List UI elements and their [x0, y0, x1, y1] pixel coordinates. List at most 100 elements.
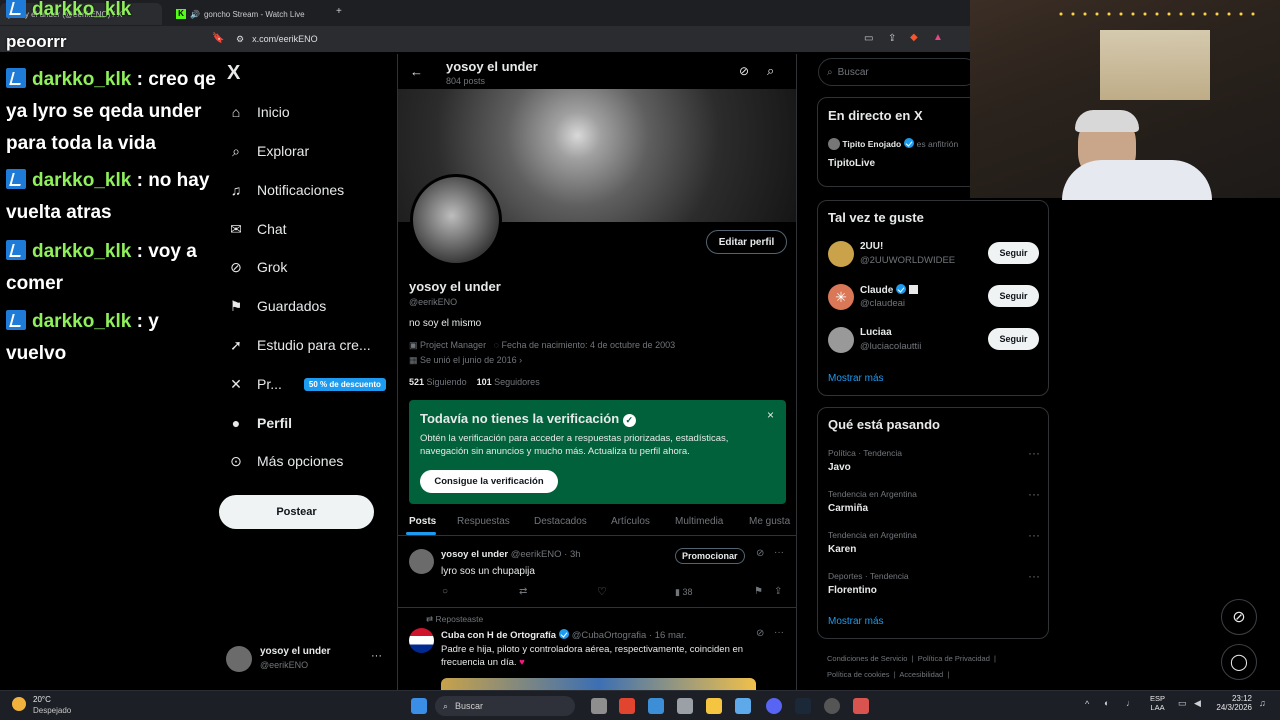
edit-profile-button[interactable]: Editar perfil	[706, 230, 787, 254]
grok-icon[interactable]: ⊘	[756, 628, 764, 639]
address-bar[interactable]: ⚙ x.com/eerikENO	[230, 30, 850, 48]
trend-item[interactable]: Tendencia en Argentina Carmiña ···	[818, 487, 1050, 523]
nav-item-notificaciones[interactable]: ♫ Notificaciones	[228, 175, 344, 205]
follow-button[interactable]: Seguir	[988, 285, 1039, 307]
tab-destacados[interactable]: Destacados	[534, 516, 587, 527]
live-host-row[interactable]: Tipito Enojado es anfitrión	[828, 138, 958, 150]
back-arrow-icon[interactable]: ←	[410, 64, 423, 79]
footer-link[interactable]: Política de cookies	[827, 670, 890, 679]
volume-icon[interactable]: ◀	[1194, 698, 1201, 709]
account-switcher[interactable]: yosoy el under @eerikENO ···	[226, 644, 386, 678]
live-stream-name[interactable]: TipitoLive	[828, 158, 875, 169]
following-link[interactable]: 521 Siguiendo	[409, 377, 467, 387]
grok-floating-button[interactable]: ⊘	[1221, 599, 1257, 635]
tab-me-gusta[interactable]: Me gusta	[749, 516, 790, 527]
reply-icon[interactable]: ○	[442, 586, 448, 597]
get-verified-button[interactable]: Consigue la verificación	[420, 470, 558, 493]
photos-icon[interactable]	[735, 698, 751, 714]
more-icon[interactable]: ···	[1028, 528, 1040, 542]
screenshot-icon[interactable]: ▭	[864, 33, 873, 44]
account-more-icon[interactable]: ···	[371, 650, 382, 662]
language-indicator[interactable]: ESP LAA	[1150, 694, 1165, 712]
tab-posts[interactable]: Posts	[409, 516, 436, 527]
footer-link[interactable]: Política de Privacidad	[918, 654, 990, 663]
post-author[interactable]: Cuba con H de Ortografía	[441, 630, 556, 641]
trend-item[interactable]: Política · Tendencia Javo ···	[818, 446, 1050, 482]
promote-button[interactable]: Promocionar	[675, 548, 745, 564]
clock[interactable]: 23:12 24/3/2026	[1210, 694, 1252, 712]
suggested-user[interactable]: Luciaa @luciacolauttii Seguir	[818, 323, 1050, 363]
tab-respuestas[interactable]: Respuestas	[457, 516, 510, 527]
nav-item-inicio[interactable]: ⌂ Inicio	[228, 97, 290, 127]
post-media[interactable]	[441, 678, 756, 690]
show-more-link[interactable]: Mostrar más	[828, 373, 884, 384]
close-icon[interactable]: ×	[767, 408, 774, 422]
trend-item[interactable]: Tendencia en Argentina Karen ···	[818, 528, 1050, 564]
brave-rewards-icon[interactable]: ▲	[933, 32, 943, 43]
like-icon[interactable]: ♡	[597, 585, 607, 598]
grok-icon[interactable]: ⊘	[739, 64, 749, 78]
network-icon[interactable]: ◐	[1104, 698, 1109, 708]
more-icon[interactable]: ···	[1028, 446, 1040, 460]
avatar[interactable]	[409, 549, 434, 574]
tab-articulos[interactable]: Artículos	[611, 516, 650, 527]
grok-icon[interactable]: ⊘	[756, 548, 764, 559]
trend-item[interactable]: Deportes · Tendencia Florentino ···	[818, 569, 1050, 605]
brave-browser-icon[interactable]	[619, 698, 635, 714]
follow-button[interactable]: Seguir	[988, 242, 1039, 264]
mic-icon[interactable]: ♩	[1126, 698, 1135, 708]
weather-temp[interactable]: 20°C	[33, 695, 51, 704]
post[interactable]: ⇄ Reposteaste Cuba con H de Ortografía @…	[398, 610, 796, 690]
nav-item-mas-opciones[interactable]: ⊙ Más opciones	[228, 446, 343, 476]
search-icon[interactable]: ⌕	[767, 63, 774, 79]
file-explorer-icon[interactable]	[706, 698, 722, 714]
footer-link[interactable]: Condiciones de Servicio	[827, 654, 907, 663]
post-author[interactable]: yosoy el under	[441, 549, 508, 560]
suggested-user[interactable]: ✳ Claude @claudeai Seguir	[818, 280, 1050, 320]
more-icon[interactable]: ···	[1028, 487, 1040, 501]
nav-item-guardados[interactable]: ⚑ Guardados	[228, 291, 327, 321]
bookmark-icon[interactable]: ⚑	[754, 586, 763, 597]
x-logo-icon[interactable]: X	[227, 62, 240, 85]
post[interactable]: yosoy el under @eerikENO · 3h Promociona…	[398, 538, 796, 608]
calculator-icon[interactable]	[677, 698, 693, 714]
taskbar-search-input[interactable]: ⌕ Buscar	[435, 696, 575, 716]
obs-icon[interactable]	[824, 698, 840, 714]
notepad-icon[interactable]	[648, 698, 664, 714]
nav-item-perfil[interactable]: ● Perfil	[228, 408, 292, 438]
repost-icon[interactable]: ⇄	[519, 586, 527, 597]
discord-icon[interactable]	[766, 698, 782, 714]
nav-item-grok[interactable]: ⊘ Grok	[228, 252, 287, 282]
more-icon[interactable]: ···	[774, 627, 784, 638]
profile-avatar[interactable]	[410, 174, 502, 266]
more-icon[interactable]: ···	[1028, 569, 1040, 583]
steam-icon[interactable]	[795, 698, 811, 714]
more-icon[interactable]: ···	[774, 547, 784, 558]
share-icon[interactable]: ⇪	[774, 586, 782, 597]
messages-floating-button[interactable]: ◯	[1221, 644, 1257, 680]
wifi-icon[interactable]: ▭	[1178, 698, 1187, 709]
follow-button[interactable]: Seguir	[988, 328, 1039, 350]
task-view-icon[interactable]	[591, 698, 607, 714]
new-tab-button[interactable]: +	[336, 6, 342, 17]
avatar[interactable]	[409, 628, 434, 653]
brave-shield-icon[interactable]: ◆	[910, 32, 918, 43]
nav-item-estudio[interactable]: ➚ Estudio para cre...	[228, 330, 371, 360]
shield-app-icon[interactable]	[853, 698, 869, 714]
suggested-user[interactable]: 2UU! @2UUWORLDWIDEE Seguir	[818, 237, 1050, 277]
views-stat[interactable]: ▮ 38	[675, 587, 692, 598]
post-button[interactable]: Postear	[219, 495, 374, 529]
nav-item-premium[interactable]: ✕ Pr... 50 % de descuento	[228, 369, 386, 399]
nav-item-chat[interactable]: ✉ Chat	[228, 214, 286, 244]
windows-start-icon[interactable]	[411, 698, 427, 714]
notification-bell-icon[interactable]: ♫	[1259, 698, 1266, 708]
show-more-link[interactable]: Mostrar más	[828, 616, 884, 627]
nav-item-explorar[interactable]: ⌕ Explorar	[228, 136, 309, 166]
followers-link[interactable]: 101 Seguidores	[477, 377, 540, 387]
tray-chevron-icon[interactable]: ^	[1085, 699, 1089, 709]
share-icon[interactable]: ⇪	[888, 33, 896, 44]
search-input[interactable]: ⌕ Buscar	[818, 58, 978, 86]
footer-link[interactable]: Accesibilidad	[899, 670, 943, 679]
site-settings-icon[interactable]: ⚙	[236, 34, 244, 45]
tab-multimedia[interactable]: Multimedia	[675, 516, 723, 527]
